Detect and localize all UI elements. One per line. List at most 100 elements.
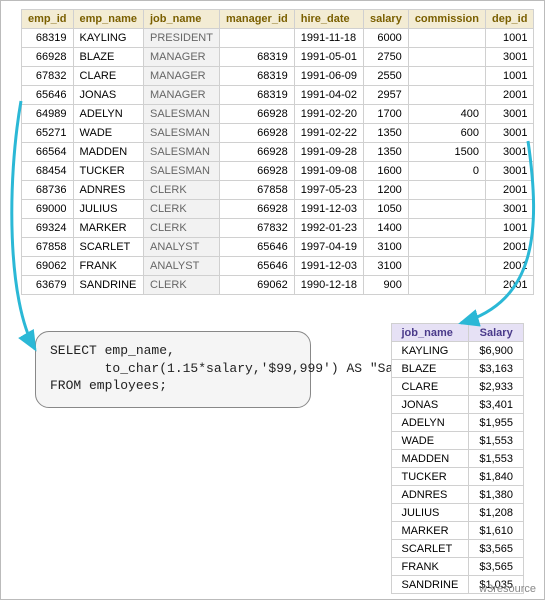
cell: KAYLING bbox=[391, 342, 469, 360]
cell: 6000 bbox=[364, 29, 409, 48]
cell: 67858 bbox=[22, 238, 74, 257]
cell: 3001 bbox=[486, 143, 534, 162]
cell: MARKER bbox=[391, 522, 469, 540]
cell: 64989 bbox=[22, 105, 74, 124]
cell: 66928 bbox=[219, 200, 294, 219]
cell bbox=[408, 276, 485, 295]
col-emp-id: emp_id bbox=[22, 10, 74, 29]
cell bbox=[219, 29, 294, 48]
col-manager-id: manager_id bbox=[219, 10, 294, 29]
cell: $3,163 bbox=[469, 360, 524, 378]
col-salary: salary bbox=[364, 10, 409, 29]
cell: KAYLING bbox=[73, 29, 143, 48]
table-row: 68454TUCKERSALESMAN669281991-09-08160003… bbox=[22, 162, 534, 181]
cell: 3001 bbox=[486, 162, 534, 181]
table-row: WADE$1,553 bbox=[391, 432, 524, 450]
cell: 69062 bbox=[22, 257, 74, 276]
cell: CLARE bbox=[391, 378, 469, 396]
table-row: 63679SANDRINECLERK690621990-12-189002001 bbox=[22, 276, 534, 295]
col-dep-id: dep_id bbox=[486, 10, 534, 29]
table-row: CLARE$2,933 bbox=[391, 378, 524, 396]
cell: SCARLET bbox=[391, 540, 469, 558]
table-row: MARKER$1,610 bbox=[391, 522, 524, 540]
table-row: 68319KAYLINGPRESIDENT1991-11-1860001001 bbox=[22, 29, 534, 48]
cell: JULIUS bbox=[391, 504, 469, 522]
cell: 66928 bbox=[219, 124, 294, 143]
cell: 1001 bbox=[486, 219, 534, 238]
table-row: 69000JULIUSCLERK669281991-12-0310503001 bbox=[22, 200, 534, 219]
cell: CLERK bbox=[144, 276, 220, 295]
cell bbox=[408, 200, 485, 219]
cell: 3100 bbox=[364, 238, 409, 257]
table-row: 66564MADDENSALESMAN669281991-09-28135015… bbox=[22, 143, 534, 162]
cell: 68319 bbox=[219, 67, 294, 86]
cell: SALESMAN bbox=[144, 143, 220, 162]
cell: 1990-12-18 bbox=[294, 276, 363, 295]
cell: ANALYST bbox=[144, 257, 220, 276]
footer-credit: w3resource bbox=[479, 583, 536, 595]
cell: 1997-05-23 bbox=[294, 181, 363, 200]
cell: 1991-09-08 bbox=[294, 162, 363, 181]
cell: 1001 bbox=[486, 67, 534, 86]
table-row: ADNRES$1,380 bbox=[391, 486, 524, 504]
cell: 1991-05-01 bbox=[294, 48, 363, 67]
cell: 400 bbox=[408, 105, 485, 124]
col-emp-name: emp_name bbox=[73, 10, 143, 29]
cell: CLERK bbox=[144, 181, 220, 200]
cell: 68736 bbox=[22, 181, 74, 200]
cell: 1991-02-22 bbox=[294, 124, 363, 143]
col-salary: Salary bbox=[469, 324, 524, 342]
cell: ADNRES bbox=[391, 486, 469, 504]
cell: MARKER bbox=[73, 219, 143, 238]
cell: 3001 bbox=[486, 105, 534, 124]
cell: MANAGER bbox=[144, 86, 220, 105]
cell: $2,933 bbox=[469, 378, 524, 396]
table-row: 69324MARKERCLERK678321992-01-2314001001 bbox=[22, 219, 534, 238]
cell: $6,900 bbox=[469, 342, 524, 360]
table-row: 67832CLAREMANAGER683191991-06-0925501001 bbox=[22, 67, 534, 86]
cell: 1050 bbox=[364, 200, 409, 219]
sql-line: SELECT emp_name, bbox=[50, 342, 294, 360]
cell: 68454 bbox=[22, 162, 74, 181]
table-row: JONAS$3,401 bbox=[391, 396, 524, 414]
cell: 2001 bbox=[486, 181, 534, 200]
col-hire-date: hire_date bbox=[294, 10, 363, 29]
cell: 1350 bbox=[364, 143, 409, 162]
cell: 67832 bbox=[22, 67, 74, 86]
cell bbox=[408, 86, 485, 105]
cell: CLARE bbox=[73, 67, 143, 86]
cell: 1991-12-03 bbox=[294, 200, 363, 219]
cell: 2001 bbox=[486, 257, 534, 276]
cell: 1350 bbox=[364, 124, 409, 143]
cell: 1997-04-19 bbox=[294, 238, 363, 257]
cell: 2957 bbox=[364, 86, 409, 105]
cell: 68319 bbox=[219, 48, 294, 67]
cell: 68319 bbox=[22, 29, 74, 48]
cell: SANDRINE bbox=[391, 576, 469, 594]
cell: TUCKER bbox=[73, 162, 143, 181]
cell: 1600 bbox=[364, 162, 409, 181]
cell: 1991-04-02 bbox=[294, 86, 363, 105]
cell: 1700 bbox=[364, 105, 409, 124]
cell: 66928 bbox=[22, 48, 74, 67]
cell: 65646 bbox=[22, 86, 74, 105]
cell: 3100 bbox=[364, 257, 409, 276]
col-job-name: job_name bbox=[391, 324, 469, 342]
table-row: 66928BLAZEMANAGER683191991-05-0127503001 bbox=[22, 48, 534, 67]
cell: 1400 bbox=[364, 219, 409, 238]
cell: $3,401 bbox=[469, 396, 524, 414]
cell: WADE bbox=[391, 432, 469, 450]
cell bbox=[408, 238, 485, 257]
cell: $3,565 bbox=[469, 540, 524, 558]
cell: ANALYST bbox=[144, 238, 220, 257]
cell: $1,553 bbox=[469, 450, 524, 468]
cell: 2550 bbox=[364, 67, 409, 86]
cell: 65646 bbox=[219, 238, 294, 257]
cell: TUCKER bbox=[391, 468, 469, 486]
cell: 67832 bbox=[219, 219, 294, 238]
cell: 1992-01-23 bbox=[294, 219, 363, 238]
result-table: job_name Salary KAYLING$6,900BLAZE$3,163… bbox=[391, 323, 525, 594]
table-row: TUCKER$1,840 bbox=[391, 468, 524, 486]
cell: JONAS bbox=[73, 86, 143, 105]
cell bbox=[408, 48, 485, 67]
